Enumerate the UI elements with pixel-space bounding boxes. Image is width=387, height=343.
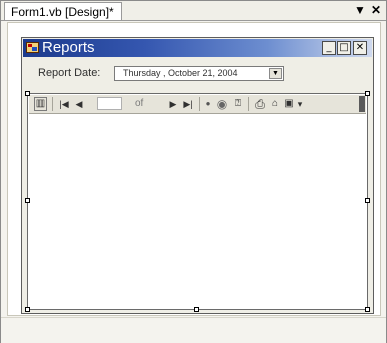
form-app-icon <box>26 42 39 53</box>
designer-bottom-area <box>1 317 386 343</box>
export-icon[interactable]: ▥ <box>34 97 47 111</box>
page-of-label: of <box>135 98 144 109</box>
toolbar-separator <box>199 97 200 111</box>
form-title-bar[interactable]: Reports _ □ ✕ <box>23 39 372 57</box>
resize-handle-bottom[interactable] <box>194 307 199 312</box>
save-icon[interactable]: ▣ <box>283 97 295 111</box>
designer-document: Form1.vb [Design]* ▼ ✕ Reports _ □ ✕ Rep… <box>0 0 387 343</box>
resize-handle-top-right[interactable] <box>365 91 370 96</box>
resize-handle-right[interactable] <box>365 198 370 203</box>
refresh-icon[interactable]: ◉ <box>215 97 229 111</box>
tab-menu-icon[interactable]: ▼ <box>353 3 367 17</box>
report-date-picker[interactable]: Thursday , October 21, 2004 ▼ <box>114 66 284 81</box>
design-surface: Reports _ □ ✕ Report Date: Thursday , Oc… <box>7 22 381 316</box>
save-dropdown-icon[interactable]: ▾ <box>296 97 304 111</box>
tab-form1-design[interactable]: Form1.vb [Design]* <box>4 2 122 20</box>
minimize-button[interactable]: _ <box>322 41 336 55</box>
print-icon[interactable]: ⎙ <box>253 97 267 111</box>
toolbar-separator <box>248 97 249 111</box>
toolbar-overflow-grip[interactable] <box>359 96 365 112</box>
tab-close-icon[interactable]: ✕ <box>369 3 383 17</box>
first-page-icon[interactable]: |◀ <box>57 97 71 111</box>
previous-page-icon[interactable]: ◀ <box>73 97 85 111</box>
toolbar-separator <box>52 97 53 111</box>
page-layout-icon[interactable]: ⌂ <box>269 97 281 111</box>
page-number-input[interactable] <box>97 97 122 110</box>
date-dropdown-button[interactable]: ▼ <box>269 68 282 79</box>
resize-handle-bottom-left[interactable] <box>25 307 30 312</box>
resize-handle-left[interactable] <box>25 198 30 203</box>
crystal-report-viewer[interactable]: ▥ |◀ ◀ of ▶ ▶| ● ◉ ⍰ ⎙ ⌂ ▣ ▾ <box>27 93 368 310</box>
resize-handle-top-left[interactable] <box>25 91 30 96</box>
resize-handle-bottom-right[interactable] <box>365 307 370 312</box>
help-icon[interactable]: ⍰ <box>232 97 244 111</box>
last-page-icon[interactable]: ▶| <box>181 97 195 111</box>
stop-icon[interactable]: ● <box>203 97 213 111</box>
report-date-value: Thursday , October 21, 2004 <box>123 68 238 78</box>
viewer-toolbar: ▥ |◀ ◀ of ▶ ▶| ● ◉ ⍰ ⎙ ⌂ ▣ ▾ <box>29 95 366 114</box>
report-date-label: Report Date: <box>38 67 101 79</box>
maximize-button[interactable]: □ <box>337 41 351 55</box>
next-page-icon[interactable]: ▶ <box>167 97 179 111</box>
form-title: Reports <box>42 39 95 56</box>
document-tab-strip: Form1.vb [Design]* ▼ ✕ <box>1 1 386 21</box>
close-button[interactable]: ✕ <box>353 41 367 55</box>
form-window[interactable]: Reports _ □ ✕ Report Date: Thursday , Oc… <box>21 37 374 314</box>
